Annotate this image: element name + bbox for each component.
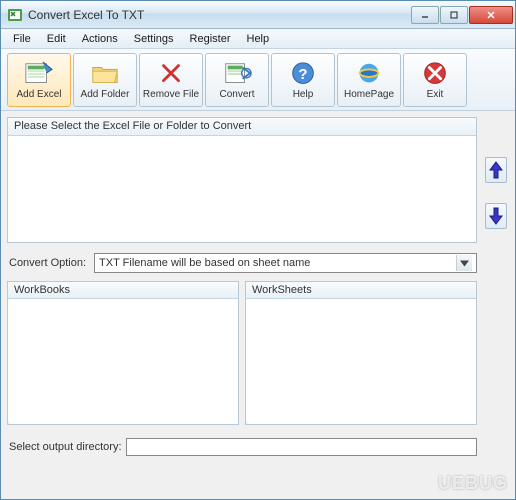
output-directory-field[interactable] [126,438,477,456]
menubar: File Edit Actions Settings Register Help [1,29,515,49]
help-icon: ? [288,59,318,87]
help-button[interactable]: ? Help [271,53,335,107]
exit-button[interactable]: Exit [403,53,467,107]
worksheets-header: WorkSheets [246,282,476,299]
content-area: Please Select the Excel File or Folder t… [1,111,515,499]
move-up-button[interactable] [485,157,507,183]
file-list-body[interactable] [8,136,476,242]
ie-icon [354,59,384,87]
exit-icon [420,59,450,87]
output-row: Select output directory: [7,435,477,459]
workbooks-header: WorkBooks [8,282,238,299]
menu-register[interactable]: Register [182,31,239,47]
dropdown-value: TXT Filename will be based on sheet name [99,257,456,269]
convert-button[interactable]: Convert [205,53,269,107]
workbooks-list[interactable] [8,299,238,421]
folder-icon [90,59,120,87]
workbooks-panel: WorkBooks [7,281,239,425]
worksheets-panel: WorkSheets [245,281,477,425]
add-folder-label: Add Folder [81,89,130,100]
svg-text:?: ? [298,66,307,83]
main-column: Please Select the Excel File or Folder t… [7,117,477,493]
convert-label: Convert [219,89,254,100]
excel-icon [24,59,54,87]
move-down-button[interactable] [485,203,507,229]
minimize-button[interactable] [411,6,439,24]
menu-edit[interactable]: Edit [39,31,74,47]
file-list-panel: Please Select the Excel File or Folder t… [7,117,477,243]
remove-file-label: Remove File [143,89,199,100]
homepage-button[interactable]: HomePage [337,53,401,107]
convert-icon [222,59,252,87]
file-list-header: Please Select the Excel File or Folder t… [8,118,476,136]
output-label: Select output directory: [7,441,122,453]
homepage-label: HomePage [344,89,394,100]
menu-help[interactable]: Help [239,31,278,47]
toolbar: Add Excel Add Folder Remove File Convert… [1,49,515,111]
help-label: Help [293,89,314,100]
add-excel-label: Add Excel [16,89,61,100]
convert-option-row: Convert Option: TXT Filename will be bas… [7,251,477,275]
exit-label: Exit [427,89,444,100]
menu-file[interactable]: File [5,31,39,47]
close-button[interactable] [469,6,513,24]
add-excel-button[interactable]: Add Excel [7,53,71,107]
menu-settings[interactable]: Settings [126,31,182,47]
window-controls [411,6,513,24]
app-window: Convert Excel To TXT File Edit Actions S… [0,0,516,500]
books-sheets-row: WorkBooks WorkSheets [7,281,477,425]
remove-icon [156,59,186,87]
convert-option-label: Convert Option: [7,257,86,269]
add-folder-button[interactable]: Add Folder [73,53,137,107]
app-icon [7,7,23,23]
maximize-button[interactable] [440,6,468,24]
reorder-column [483,117,509,493]
convert-option-dropdown[interactable]: TXT Filename will be based on sheet name [94,253,477,273]
titlebar: Convert Excel To TXT [1,1,515,29]
worksheets-list[interactable] [246,299,476,421]
menu-actions[interactable]: Actions [74,31,126,47]
window-title: Convert Excel To TXT [28,8,411,22]
chevron-down-icon [456,255,472,271]
remove-file-button[interactable]: Remove File [139,53,203,107]
